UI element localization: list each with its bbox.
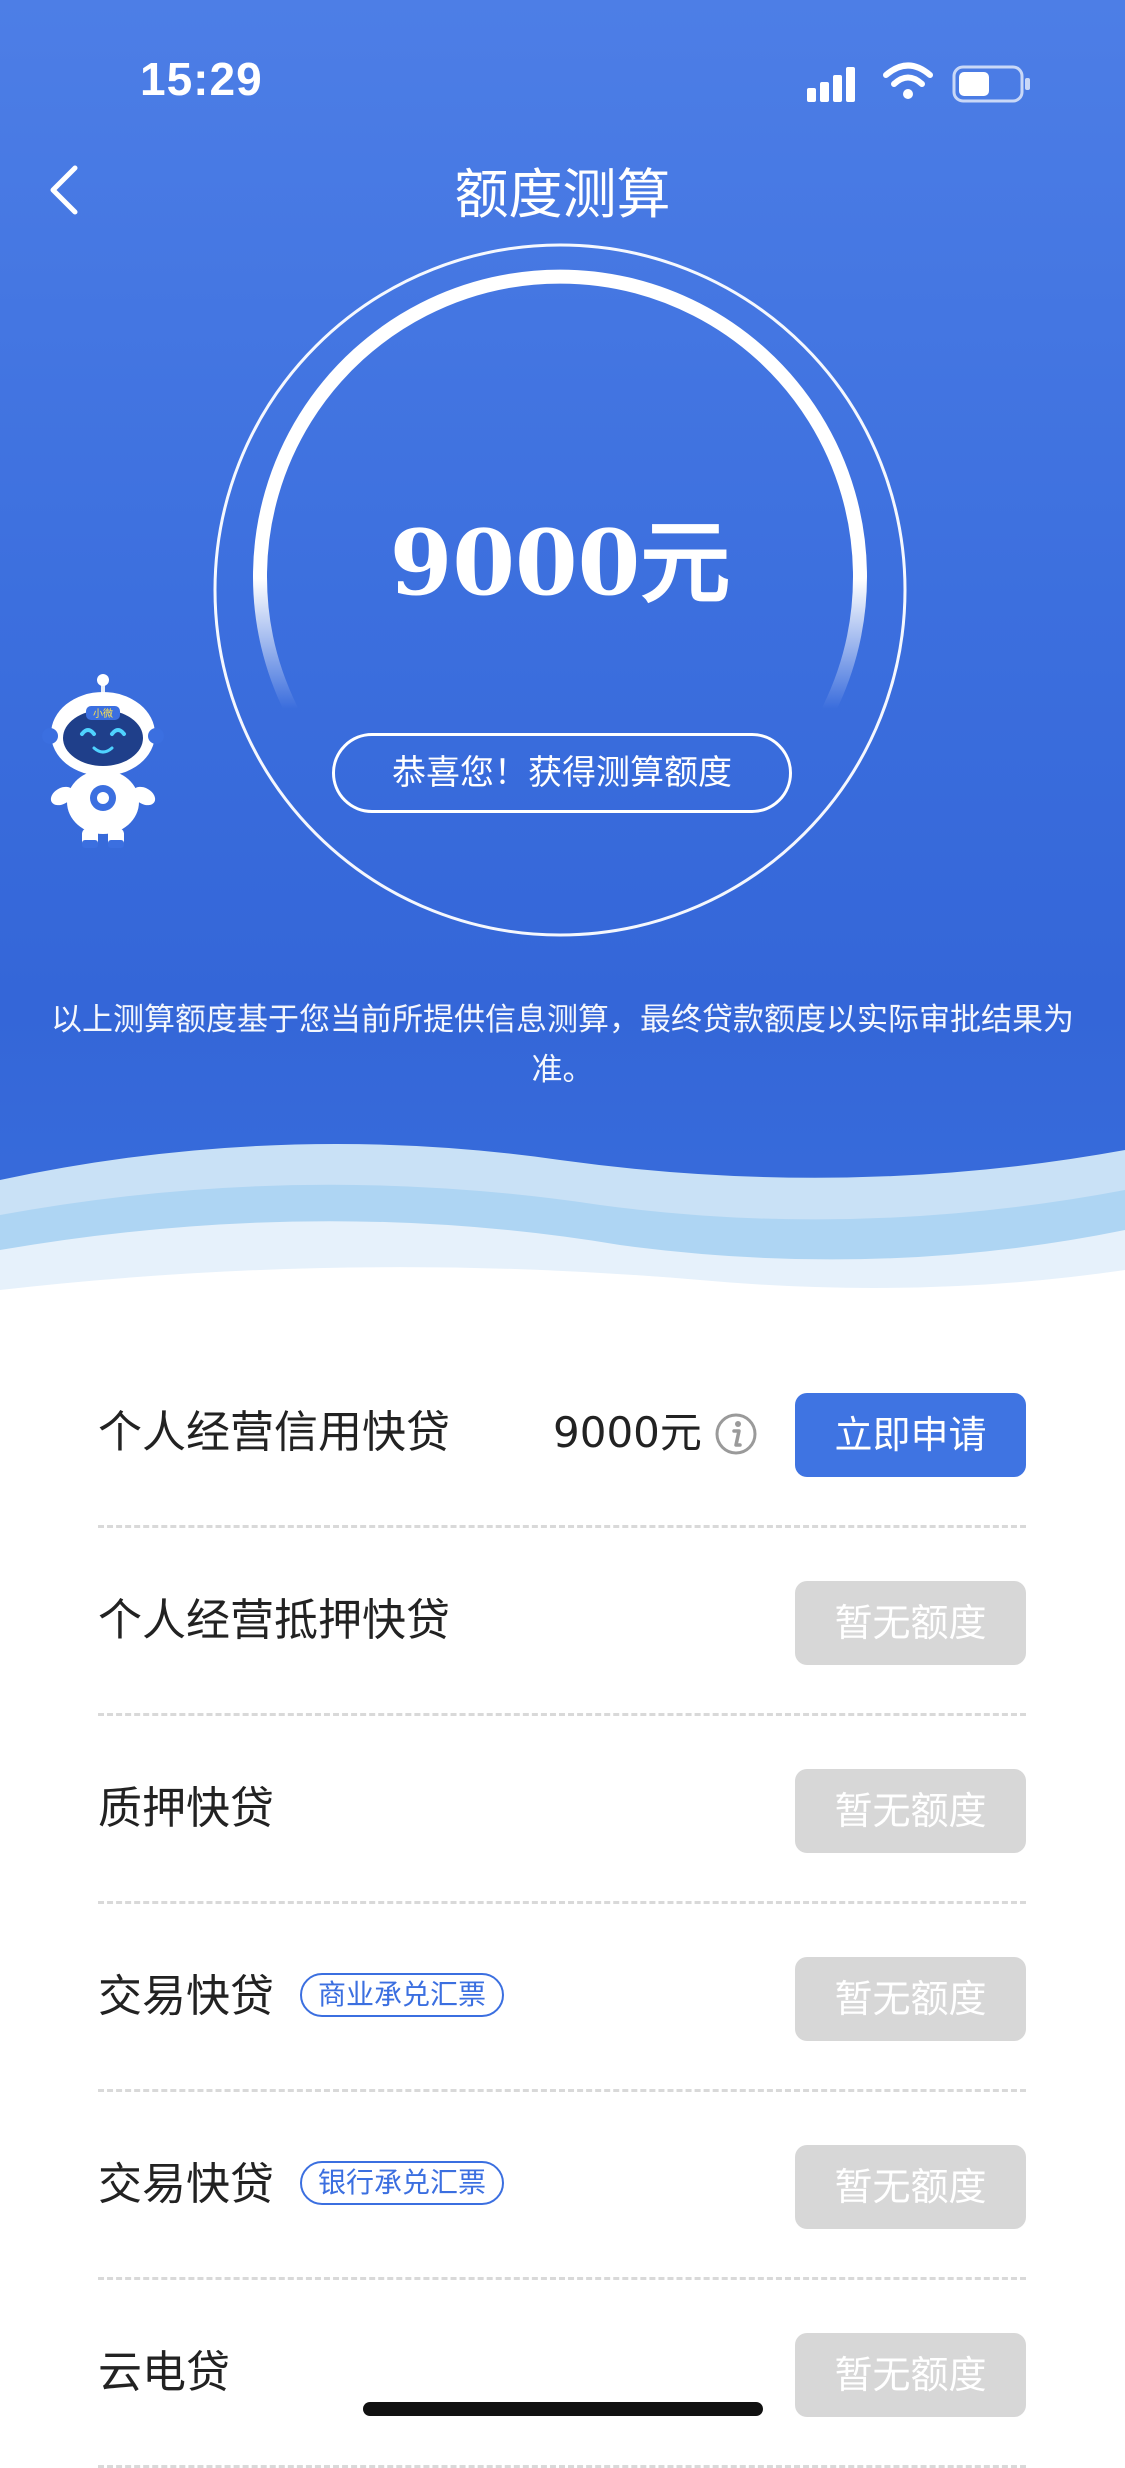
robot-mascot-icon: 小微 [42, 674, 164, 848]
product-row: 交易快贷 银行承兑汇票 暂无额度 [98, 2092, 1026, 2280]
status-bar: 15:29 [0, 0, 1125, 150]
product-row: 交易快贷 商业承兑汇票 暂无额度 [98, 1904, 1026, 2092]
battery-icon [952, 65, 1030, 103]
product-name: 交易快贷 [98, 1971, 274, 2022]
product-row: 质押快贷 暂无额度 [98, 1716, 1026, 1904]
disclaimer-text: 以上测算额度基于您当前所提供信息测算，最终贷款额度以实际审批结果为准。 [51, 1002, 1074, 1088]
wifi-icon [883, 62, 933, 99]
status-time: 15:29 [140, 53, 263, 105]
product-name: 交易快贷 [98, 2159, 274, 2210]
wave-decoration [0, 1144, 1125, 1340]
estimated-amount: 9000元 [389, 510, 731, 616]
product-row: 云电贷 暂无额度 [98, 2280, 1026, 2468]
page-title: 额度测算 [454, 163, 671, 226]
product-row: 个人经营信用快贷 9000元 立即申请 [98, 1340, 1026, 1528]
apply-now-button[interactable]: 立即申请 [795, 1393, 1026, 1477]
no-quota-button[interactable]: 暂无额度 [795, 1769, 1026, 1853]
product-tag: 商业承兑汇票 [300, 1973, 505, 2017]
product-name: 个人经营信用快贷 [98, 1407, 450, 1458]
no-quota-button[interactable]: 暂无额度 [795, 2333, 1026, 2417]
hero-section: 15:29 额度测算 9000元 恭喜您！获得测算额度 小微 以上测算额度基于您… [0, 0, 1125, 1340]
nav-bar: 额度测算 [0, 140, 1125, 240]
no-quota-button[interactable]: 暂无额度 [795, 2145, 1026, 2229]
congrats-pill: 恭喜您！获得测算额度 [332, 733, 792, 813]
product-name: 云电贷 [98, 2347, 230, 2398]
no-quota-button[interactable]: 暂无额度 [795, 1957, 1026, 2041]
info-icon[interactable] [714, 1412, 758, 1456]
product-name: 质押快贷 [98, 1783, 274, 1834]
no-quota-button[interactable]: 暂无额度 [795, 1581, 1026, 1665]
product-amount: 9000元 [553, 1408, 702, 1457]
product-tag: 银行承兑汇票 [300, 2161, 505, 2205]
cellular-signal-icon [807, 67, 855, 102]
svg-text:小微: 小微 [93, 707, 113, 720]
product-row: 个人经营抵押快贷 暂无额度 [98, 1528, 1026, 1716]
home-indicator [363, 2402, 763, 2416]
product-name: 个人经营抵押快贷 [98, 1595, 450, 1646]
